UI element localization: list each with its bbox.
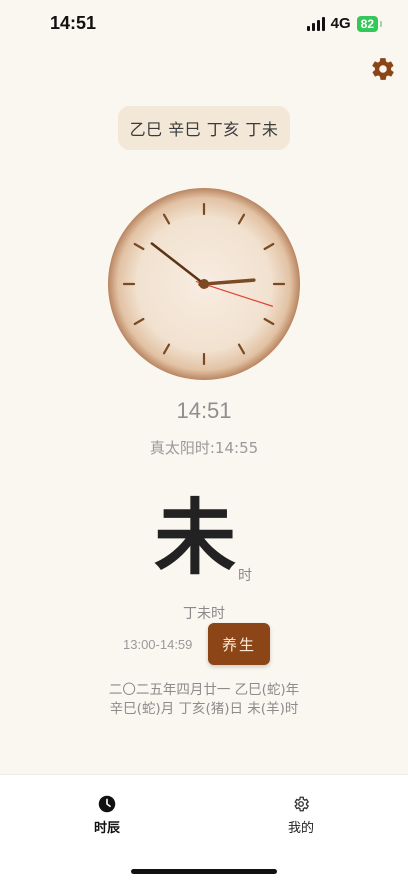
clock-center — [199, 279, 209, 289]
settings-button[interactable] — [370, 56, 396, 82]
status-bar: 14:51 4G 82 — [0, 0, 408, 48]
tab-bar: 时辰 我的 — [0, 774, 408, 883]
clock-icon — [98, 795, 116, 813]
status-indicators: 4G 82 — [306, 15, 383, 32]
shichen-range: 13:00-14:59 — [123, 637, 193, 652]
yangsheng-button[interactable]: 养生 — [208, 623, 270, 665]
true-solar-time: 真太阳时: 14:55 — [0, 437, 408, 458]
tab-mine-label: 我的 — [287, 821, 314, 836]
home-indicator — [131, 869, 277, 874]
signal-icon — [306, 16, 325, 31]
analog-clock — [108, 188, 300, 380]
solar-value: 14:55 — [214, 439, 259, 457]
ganzhi-chip: 乙巳 辛巳 丁亥 丁未 — [118, 106, 290, 150]
tab-shichen[interactable]: 时辰 — [67, 795, 147, 836]
battery-icon: 82 — [356, 15, 383, 32]
shichen-name: 丁未时 — [183, 606, 225, 622]
tab-shichen-label: 时辰 — [93, 821, 120, 836]
shichen-character: 未 — [153, 491, 236, 586]
status-time: 14:51 — [50, 13, 97, 33]
lunar-date-line2: 辛巳(蛇)月 丁亥(猪)日 未(羊)时 — [109, 701, 299, 717]
lunar-date-line1: 二〇二五年四月廿一 乙巳(蛇)年 — [108, 682, 300, 698]
gear-icon — [372, 58, 394, 80]
solar-label: 真太阳时 — [149, 439, 210, 457]
shichen-suffix: 时 — [238, 568, 252, 584]
gear-icon — [294, 796, 310, 812]
digital-time: 14:51 — [176, 398, 232, 423]
tab-mine[interactable]: 我的 — [261, 795, 341, 836]
network-type: 4G — [330, 15, 351, 32]
